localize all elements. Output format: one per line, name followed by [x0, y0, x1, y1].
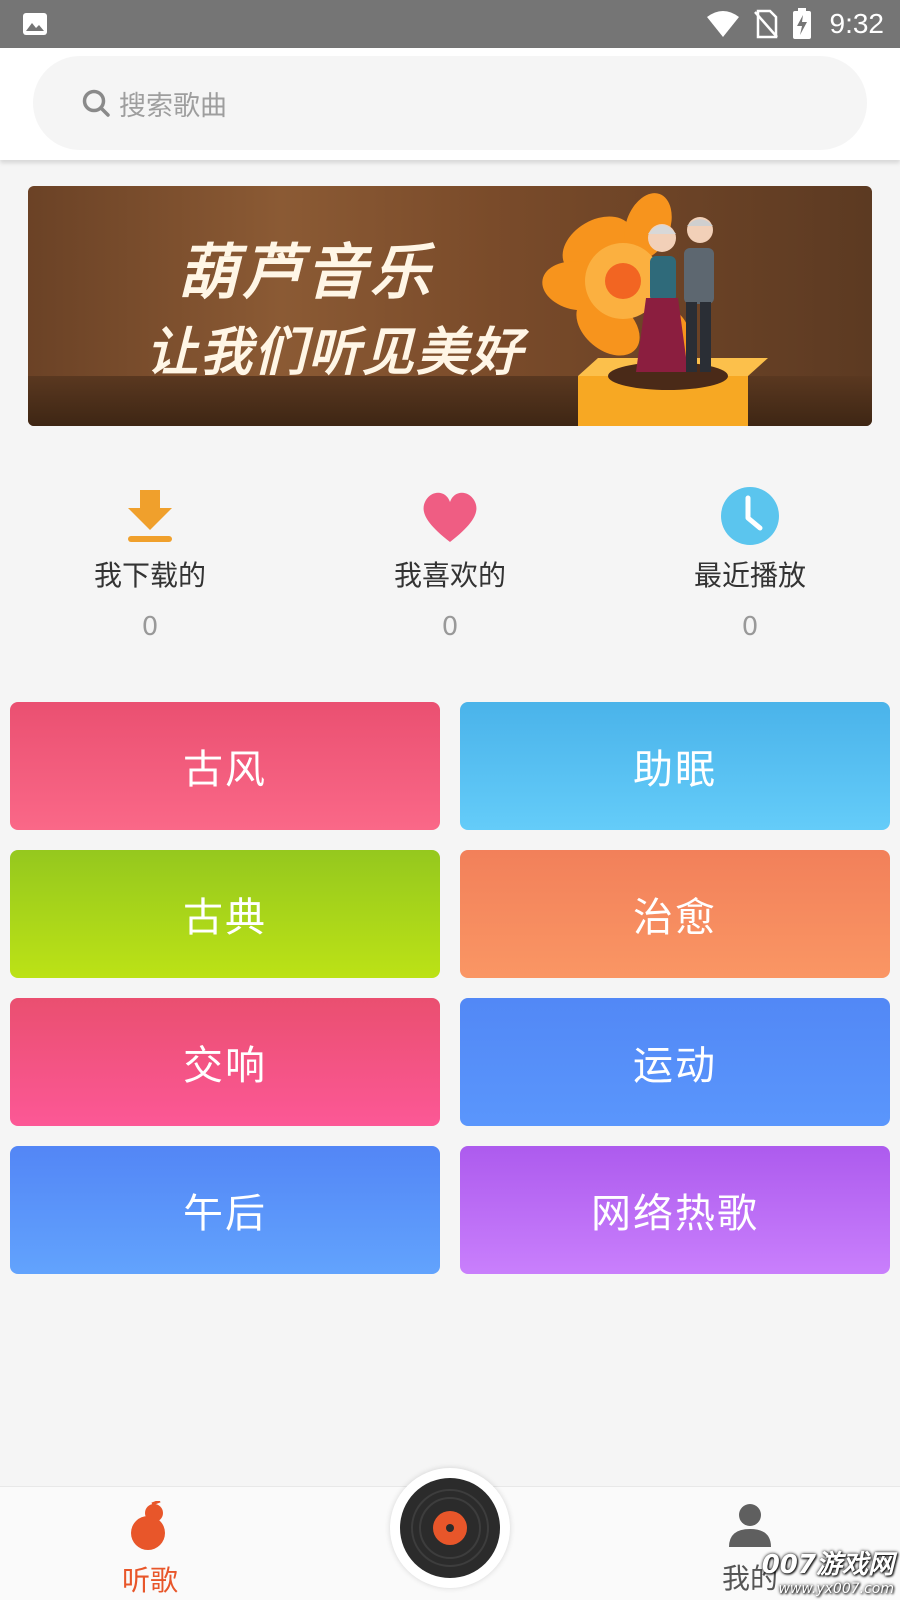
my-downloads-label: 我下载的	[93, 559, 206, 592]
my-favorites-label: 我喜欢的	[393, 559, 506, 592]
category-afternoon-button[interactable]: 午后	[10, 1146, 440, 1274]
search-header: 搜索歌曲	[0, 48, 900, 160]
category-hot-songs-button[interactable]: 网络热歌	[460, 1146, 890, 1274]
user-icon	[729, 1504, 771, 1547]
recently-played-count: 0	[741, 612, 759, 642]
category-label: 治愈	[633, 895, 717, 941]
category-label: 运动	[633, 1043, 717, 1089]
category-sleep-button[interactable]: 助眠	[460, 702, 890, 830]
my-favorites-count: 0	[441, 612, 459, 642]
nav-listen-tab[interactable]: 听歌	[70, 1499, 230, 1599]
nav-listen-label: 听歌	[121, 1564, 178, 1597]
status-bar: 9:32	[0, 0, 900, 48]
category-label: 古典	[183, 895, 267, 941]
category-label: 助眠	[633, 747, 717, 793]
now-playing-disc-button[interactable]	[390, 1468, 510, 1588]
download-icon	[128, 490, 172, 542]
quick-actions: 我下载的 0 我喜欢的 0 最近播放 0	[0, 486, 900, 646]
heart-icon	[423, 492, 477, 542]
my-favorites[interactable]: 我喜欢的 0	[340, 486, 560, 642]
search-placeholder: 搜索歌曲	[119, 90, 227, 122]
image-icon	[23, 13, 47, 35]
wifi-icon	[706, 11, 739, 37]
battery-charging-icon	[792, 8, 811, 39]
category-healing-button[interactable]: 治愈	[460, 850, 890, 978]
category-classical-button[interactable]: 古典	[10, 850, 440, 978]
category-label: 网络热歌	[591, 1191, 759, 1237]
status-time: 9:32	[829, 8, 885, 39]
banner-slogan: 让我们听见美好	[146, 322, 525, 383]
category-sports-button[interactable]: 运动	[460, 998, 890, 1126]
recently-played[interactable]: 最近播放 0	[640, 486, 860, 642]
search-icon	[82, 89, 110, 117]
promo-banner[interactable]: 葫芦音乐 让我们听见美好	[28, 186, 872, 426]
vinyl-record-icon	[400, 1478, 500, 1578]
category-symphony-button[interactable]: 交响	[10, 998, 440, 1126]
clock-icon	[721, 487, 779, 545]
no-sim-icon	[753, 9, 778, 39]
watermark-text: 007游戏网	[761, 1550, 894, 1580]
gramophone-dancers-illustration	[542, 193, 768, 426]
my-downloads[interactable]: 我下载的 0	[40, 486, 260, 642]
watermark: 007游戏网 www.yx007.com	[762, 1544, 894, 1597]
search-input[interactable]: 搜索歌曲	[33, 56, 867, 150]
category-label: 古风	[183, 747, 267, 793]
watermark-url: www.yx007.com	[778, 1581, 894, 1597]
recently-played-label: 最近播放	[693, 559, 806, 592]
gourd-icon	[131, 1499, 165, 1550]
my-downloads-count: 0	[141, 612, 159, 642]
category-label: 午后	[183, 1191, 267, 1237]
category-gufeng-button[interactable]: 古风	[10, 702, 440, 830]
category-label: 交响	[183, 1043, 267, 1089]
banner-title: 葫芦音乐	[178, 238, 434, 308]
